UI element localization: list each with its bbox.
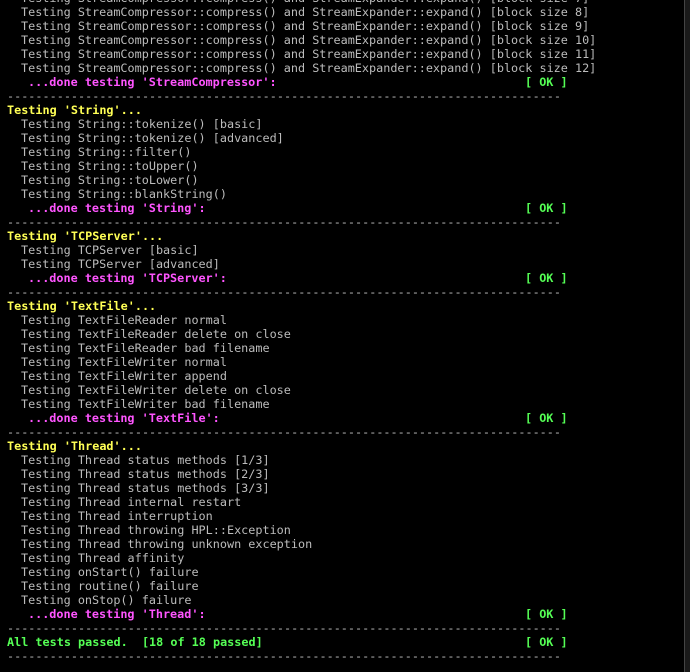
test-line: Testing Thread status methods [1/3]: [21, 453, 270, 467]
test-line: Testing StreamCompressor::compress() and…: [21, 19, 590, 33]
test-line: Testing String::blankString(): [21, 187, 227, 201]
ok-status: [ OK ]: [525, 271, 568, 285]
test-line: Testing TextFileReader delete on close: [21, 327, 291, 341]
ok-status: [ OK ]: [525, 201, 568, 215]
test-line: Testing Thread throwing HPL::Exception: [21, 523, 291, 537]
separator-line: ----------------------------------------…: [7, 621, 561, 635]
test-line: Testing Thread throwing unknown exceptio…: [21, 537, 313, 551]
done-label: ...done testing 'StreamCompressor':: [28, 75, 277, 89]
test-line: Testing TextFileWriter delete on close: [21, 383, 291, 397]
done-label: ...done testing 'TCPServer':: [28, 271, 227, 285]
section-header: Testing 'String'...: [7, 103, 142, 117]
separator-line: ----------------------------------------…: [7, 285, 561, 299]
test-line: Testing String::toUpper(): [21, 159, 199, 173]
separator-line: ----------------------------------------…: [7, 215, 561, 229]
separator-line: ----------------------------------------…: [7, 425, 561, 439]
summary-label: All tests passed. [18 of 18 passed]: [7, 635, 263, 649]
test-line: Testing StreamCompressor::compress() and…: [21, 61, 597, 75]
test-line: Testing routine() failure: [21, 579, 199, 593]
done-label: ...done testing 'Thread':: [28, 607, 206, 621]
test-line: Testing Thread affinity: [21, 551, 185, 565]
terminal-output: Testing StreamCompressor::compress() and…: [7, 0, 690, 672]
scrollbar[interactable]: [684, 0, 690, 672]
ok-status: [ OK ]: [525, 635, 568, 649]
separator-line: ----------------------------------------…: [7, 649, 561, 663]
test-line: Testing TextFileReader bad filename: [21, 341, 270, 355]
test-line: Testing TextFileWriter bad filename: [21, 397, 270, 411]
test-line: Testing String::filter(): [21, 145, 192, 159]
test-line: Testing StreamCompressor::compress() and…: [21, 47, 597, 61]
test-line: Testing TextFileReader normal: [21, 313, 227, 327]
test-line: Testing onStop() failure: [21, 593, 192, 607]
done-line: ...done testing 'String': [ OK ]: [7, 201, 690, 215]
test-line: Testing onStart() failure: [21, 565, 199, 579]
test-line: Testing String::tokenize() [advanced]: [21, 131, 284, 145]
test-line: Testing Thread status methods [3/3]: [21, 481, 270, 495]
test-line: Testing Thread status methods [2/3]: [21, 467, 270, 481]
ok-status: [ OK ]: [525, 411, 568, 425]
ok-status: [ OK ]: [525, 607, 568, 621]
done-line: ...done testing 'TCPServer': [ OK ]: [7, 271, 690, 285]
test-line: Testing String::toLower(): [21, 173, 199, 187]
test-line: Testing TextFileWriter append: [21, 369, 227, 383]
test-line: Testing Thread internal restart: [21, 495, 242, 509]
section-header: Testing 'Thread'...: [7, 439, 142, 453]
separator-line: ----------------------------------------…: [7, 89, 561, 103]
summary-line: All tests passed. [18 of 18 passed] [ OK …: [7, 635, 690, 649]
test-line: Testing StreamCompressor::compress() and…: [21, 5, 590, 19]
test-line: Testing TCPServer [advanced]: [21, 257, 220, 271]
done-line: ...done testing 'StreamCompressor': [ OK …: [7, 75, 690, 89]
done-line: ...done testing 'Thread': [ OK ]: [7, 607, 690, 621]
section-header: Testing 'TCPServer'...: [7, 229, 164, 243]
test-line: Testing StreamCompressor::compress() and…: [21, 33, 597, 47]
ok-status: [ OK ]: [525, 75, 568, 89]
done-label: ...done testing 'String':: [28, 201, 206, 215]
test-line: Testing TextFileWriter normal: [21, 355, 227, 369]
test-line: Testing String::tokenize() [basic]: [21, 117, 263, 131]
test-line: Testing TCPServer [basic]: [21, 243, 199, 257]
done-line: ...done testing 'TextFile': [ OK ]: [7, 411, 690, 425]
section-header: Testing 'TextFile'...: [7, 299, 157, 313]
done-label: ...done testing 'TextFile':: [28, 411, 220, 425]
test-line: Testing Thread interruption: [21, 509, 213, 523]
